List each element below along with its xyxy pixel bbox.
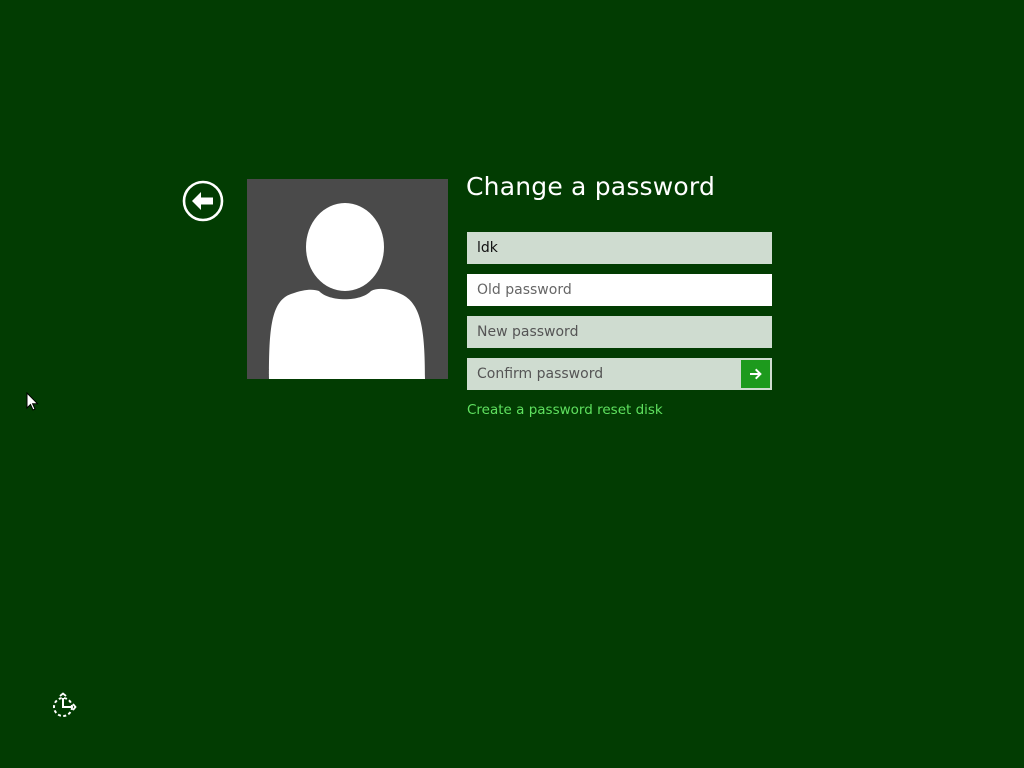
user-silhouette-icon (269, 203, 425, 379)
username-field[interactable] (467, 232, 772, 264)
back-button[interactable] (182, 180, 224, 222)
confirm-password-field[interactable] (467, 358, 742, 390)
back-arrow-circle-icon (182, 180, 224, 222)
create-reset-disk-link[interactable]: Create a password reset disk (467, 402, 663, 418)
ease-of-access-button[interactable] (49, 692, 77, 720)
new-password-field[interactable] (467, 316, 772, 348)
arrow-right-icon (749, 368, 762, 380)
mouse-pointer-icon (26, 391, 40, 412)
submit-button[interactable] (741, 358, 772, 390)
change-password-screen: Change a password Create a password rese… (0, 0, 1024, 768)
old-password-field[interactable] (467, 274, 772, 306)
page-title: Change a password (466, 172, 716, 201)
user-account-picture (247, 179, 448, 379)
ease-of-access-icon (53, 692, 77, 717)
